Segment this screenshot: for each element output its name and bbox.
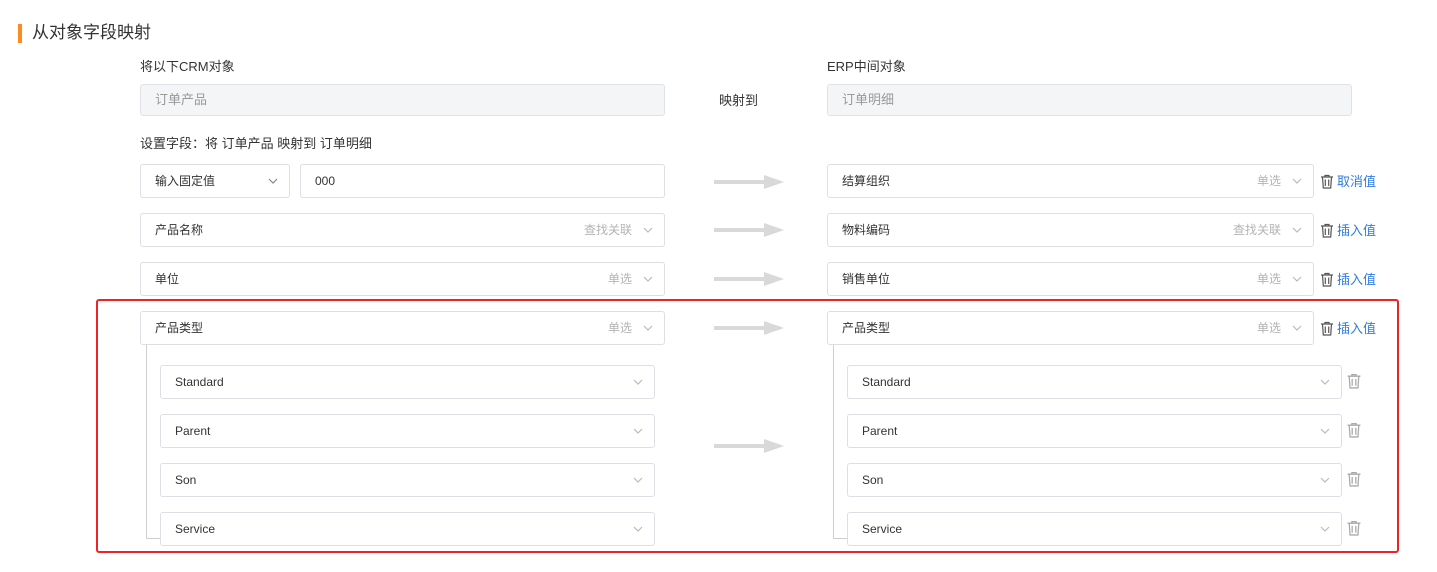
maps-to-label: 映射到: [719, 93, 759, 108]
field-type-hint: 单选: [607, 321, 632, 335]
crm-field-select[interactable]: 产品类型 单选: [140, 311, 665, 345]
chevron-down-icon: [1292, 178, 1302, 184]
erp-option-select[interactable]: Standard: [847, 365, 1342, 399]
trash-icon[interactable]: [1346, 373, 1362, 389]
fixed-value-input[interactable]: 000: [300, 164, 665, 198]
crm-field-text: 产品类型: [155, 321, 204, 335]
erp-field-text: 物料编码: [842, 223, 891, 237]
cancel-value-button[interactable]: 取消值: [1320, 173, 1376, 191]
erp-field-select[interactable]: 物料编码 查找关联: [827, 213, 1314, 247]
trash-icon[interactable]: [1346, 471, 1362, 487]
erp-option-select[interactable]: Son: [847, 463, 1342, 497]
crm-field-text: 单位: [155, 272, 180, 286]
arrow-right-icon: [714, 175, 784, 189]
chevron-down-icon: [1320, 428, 1330, 434]
erp-option-select[interactable]: Service: [847, 512, 1342, 546]
option-text: Son: [862, 473, 884, 487]
trash-icon: [1321, 174, 1333, 189]
erp-option-select[interactable]: Parent: [847, 414, 1342, 448]
option-text: Parent: [175, 424, 211, 438]
chevron-down-icon: [633, 428, 643, 434]
chevron-down-icon: [633, 477, 643, 483]
crm-field-select[interactable]: 单位 单选: [140, 262, 665, 296]
option-text: Parent: [862, 424, 898, 438]
erp-object-field: 订单明细: [827, 84, 1352, 116]
setup-fields-label: 设置字段：将 订单产品 映射到 订单明细: [140, 136, 372, 151]
option-text: Son: [175, 473, 197, 487]
tree-connector: [833, 538, 847, 539]
crm-field-text: 产品名称: [155, 223, 204, 237]
option-text: Standard: [862, 375, 911, 389]
chevron-down-icon: [643, 227, 653, 233]
insert-value-button[interactable]: 插入值: [1320, 271, 1376, 289]
chevron-down-icon: [633, 526, 643, 532]
crm-object-field: 订单产品: [140, 84, 665, 116]
chevron-down-icon: [1292, 276, 1302, 282]
value-type-select[interactable]: 输入固定值: [140, 164, 290, 198]
insert-value-button[interactable]: 插入值: [1320, 320, 1376, 338]
arrow-right-icon: [714, 223, 784, 237]
erp-field-text: 结算组织: [842, 174, 891, 188]
chevron-down-icon: [1320, 379, 1330, 385]
action-label: 插入值: [1337, 223, 1377, 238]
value-type-text: 输入固定值: [155, 174, 216, 188]
chevron-down-icon: [1292, 325, 1302, 331]
section-accent-bar: [18, 24, 22, 43]
arrow-right-icon: [714, 272, 784, 286]
crm-option-select[interactable]: Service: [160, 512, 655, 546]
chevron-down-icon: [643, 325, 653, 331]
insert-value-button[interactable]: 插入值: [1320, 222, 1376, 240]
fixed-value-text: 000: [315, 174, 336, 188]
arrow-right-icon: [714, 439, 784, 453]
action-label: 插入值: [1337, 272, 1377, 287]
trash-icon: [1321, 272, 1333, 287]
erp-field-text: 产品类型: [842, 321, 891, 335]
action-label: 取消值: [1337, 174, 1377, 189]
section-title: 从对象字段映射: [32, 23, 151, 42]
field-type-hint: 查找关联: [583, 223, 632, 237]
trash-icon[interactable]: [1346, 422, 1362, 438]
crm-field-select[interactable]: 产品名称 查找关联: [140, 213, 665, 247]
chevron-down-icon: [643, 276, 653, 282]
chevron-down-icon: [633, 379, 643, 385]
erp-object-label: ERP中间对象: [827, 59, 906, 74]
field-type-hint: 单选: [607, 272, 632, 286]
field-type-hint: 查找关联: [1232, 223, 1281, 237]
trash-icon[interactable]: [1346, 520, 1362, 536]
trash-icon: [1321, 223, 1333, 238]
erp-field-select[interactable]: 产品类型 单选: [827, 311, 1314, 345]
option-text: Standard: [175, 375, 224, 389]
tree-connector: [146, 345, 147, 539]
crm-option-select[interactable]: Standard: [160, 365, 655, 399]
field-type-hint: 单选: [1256, 272, 1281, 286]
chevron-down-icon: [1320, 477, 1330, 483]
action-label: 插入值: [1337, 321, 1377, 336]
chevron-down-icon: [1320, 526, 1330, 532]
option-text: Service: [175, 522, 216, 536]
erp-field-select[interactable]: 销售单位 单选: [827, 262, 1314, 296]
crm-option-select[interactable]: Son: [160, 463, 655, 497]
crm-object-label: 将以下CRM对象: [140, 59, 235, 74]
tree-connector: [833, 345, 834, 539]
erp-field-text: 销售单位: [842, 272, 891, 286]
field-type-hint: 单选: [1256, 321, 1281, 335]
option-text: Service: [862, 522, 903, 536]
chevron-down-icon: [268, 178, 278, 184]
field-type-hint: 单选: [1256, 174, 1281, 188]
tree-connector: [146, 538, 160, 539]
chevron-down-icon: [1292, 227, 1302, 233]
crm-option-select[interactable]: Parent: [160, 414, 655, 448]
trash-icon: [1321, 321, 1333, 336]
arrow-right-icon: [714, 321, 784, 335]
erp-field-select[interactable]: 结算组织 单选: [827, 164, 1314, 198]
